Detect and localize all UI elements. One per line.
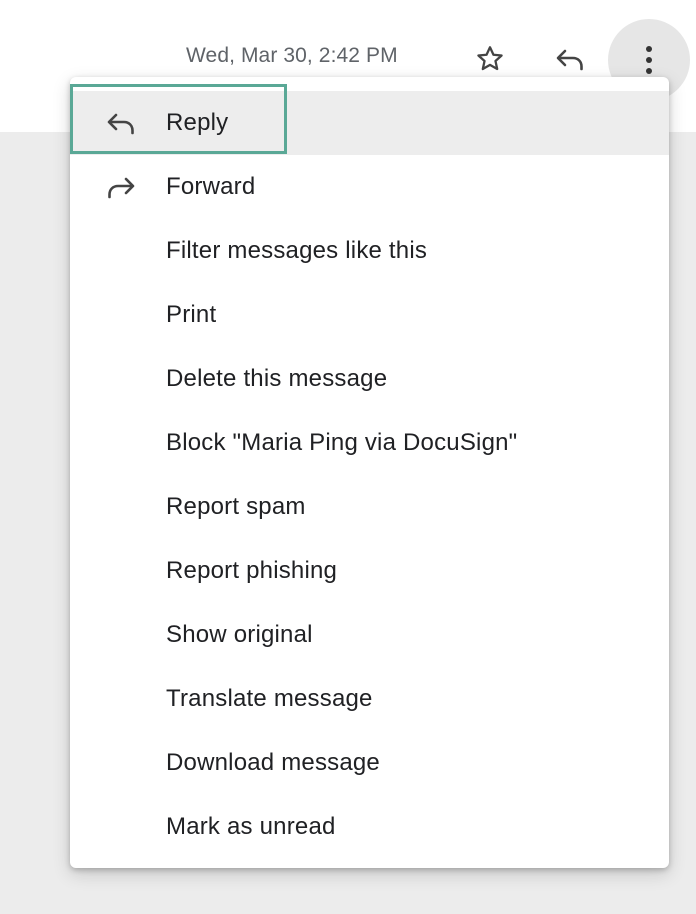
menu-item-report-phishing[interactable]: Report phishing bbox=[70, 539, 669, 603]
menu-item-label: Delete this message bbox=[166, 365, 388, 392]
menu-item-label: Block "Maria Ping via DocuSign" bbox=[166, 429, 518, 456]
menu-item-label: Filter messages like this bbox=[166, 237, 428, 264]
menu-item-label: Reply bbox=[166, 109, 229, 136]
menu-item-show-original[interactable]: Show original bbox=[70, 603, 669, 667]
menu-item-label: Report spam bbox=[166, 493, 306, 520]
more-vertical-icon bbox=[644, 45, 654, 75]
menu-item-reply[interactable]: Reply bbox=[70, 91, 669, 155]
menu-item-label: Download message bbox=[166, 749, 380, 776]
menu-item-label: Forward bbox=[166, 173, 256, 200]
menu-item-label: Translate message bbox=[166, 685, 373, 712]
reply-button[interactable] bbox=[546, 35, 594, 83]
reply-icon bbox=[554, 45, 586, 73]
reply-icon bbox=[104, 109, 138, 137]
star-outline-icon bbox=[474, 43, 506, 75]
menu-item-label: Report phishing bbox=[166, 557, 338, 584]
menu-item-label: Mark as unread bbox=[166, 813, 336, 840]
menu-item-translate-message[interactable]: Translate message bbox=[70, 667, 669, 731]
menu-item-mark-unread[interactable]: Mark as unread bbox=[70, 795, 669, 859]
message-options-menu: Reply Forward Filter messages like this … bbox=[70, 77, 669, 868]
menu-item-filter-messages[interactable]: Filter messages like this bbox=[70, 219, 669, 283]
menu-item-forward[interactable]: Forward bbox=[70, 155, 669, 219]
star-button[interactable] bbox=[466, 35, 514, 83]
menu-item-report-spam[interactable]: Report spam bbox=[70, 475, 669, 539]
message-timestamp: Wed, Mar 30, 2:42 PM bbox=[186, 44, 398, 67]
menu-item-delete-message[interactable]: Delete this message bbox=[70, 347, 669, 411]
menu-item-label: Show original bbox=[166, 621, 313, 648]
menu-item-label: Print bbox=[166, 301, 217, 328]
menu-item-download-message[interactable]: Download message bbox=[70, 731, 669, 795]
forward-icon bbox=[104, 173, 138, 201]
menu-item-block-sender[interactable]: Block "Maria Ping via DocuSign" bbox=[70, 411, 669, 475]
menu-item-print[interactable]: Print bbox=[70, 283, 669, 347]
